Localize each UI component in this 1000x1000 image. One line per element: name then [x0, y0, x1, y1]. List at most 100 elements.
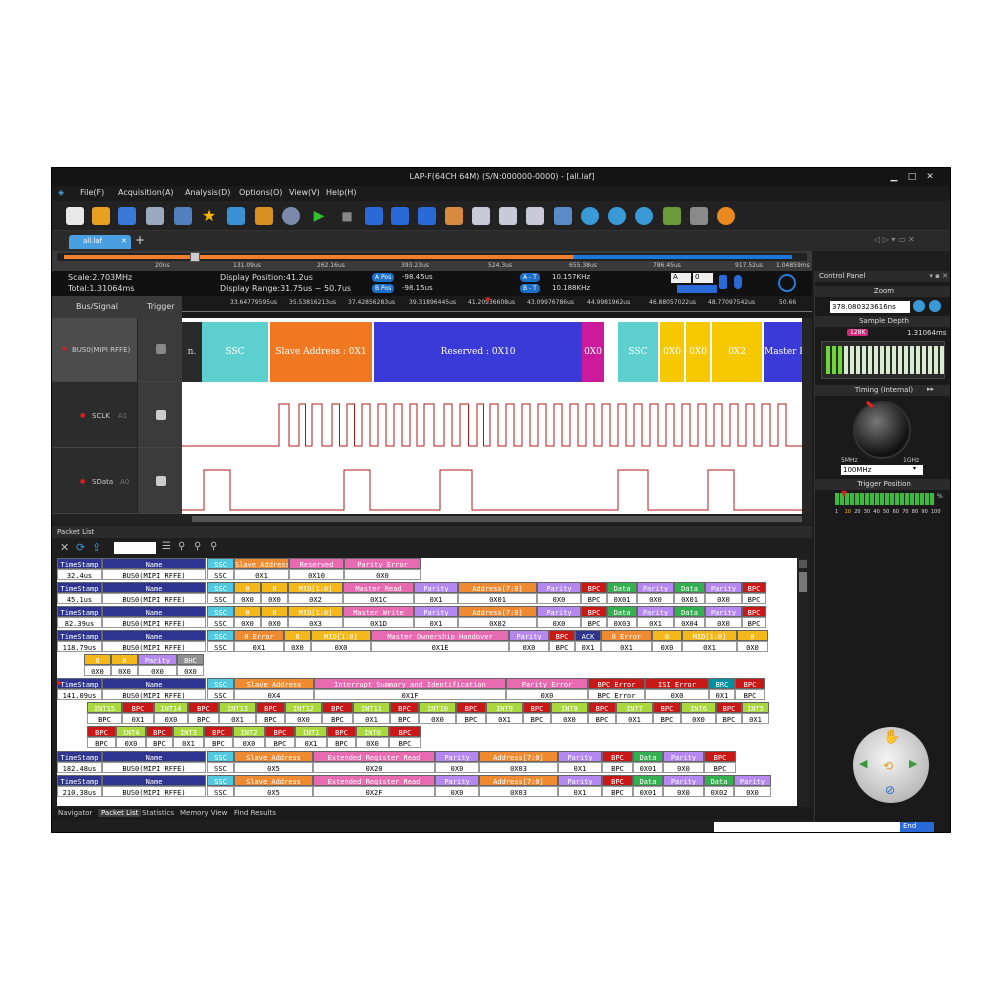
at-badge[interactable]: A - T [520, 273, 540, 282]
packet-field-value[interactable]: 0X1 [353, 713, 390, 724]
refresh-icon[interactable] [663, 207, 681, 225]
packet-field-value[interactable]: BPC [327, 737, 356, 748]
packet-field-header[interactable]: 0 [284, 630, 311, 641]
packet-field-value[interactable]: 0X03 [479, 762, 558, 773]
packet-field-header[interactable]: BPC [704, 751, 736, 762]
add-tab-icon[interactable]: + [135, 233, 145, 247]
packet-field-header[interactable]: Parity [637, 582, 674, 593]
zoom-in-icon[interactable] [913, 300, 925, 312]
packet-field-header[interactable]: BPC [581, 606, 607, 617]
packet-field-value[interactable]: 0X1 [601, 641, 652, 652]
packet-field-header[interactable]: Address[7:0] [458, 582, 537, 593]
packet-field-value[interactable]: 0X5 [234, 762, 313, 773]
packet-field-value[interactable]: BUS0(MIPI RFFE) [102, 569, 206, 580]
packet-field-value[interactable]: SSC [207, 569, 234, 580]
clear-icon[interactable]: ✕ [60, 541, 69, 554]
packet-field-value[interactable]: 0X0 [637, 593, 674, 604]
packet-field-header[interactable]: BPC [742, 606, 766, 617]
packet-field-header[interactable]: Reserved [289, 558, 344, 569]
packet-field-header[interactable]: Name [102, 582, 206, 593]
packet-field-value[interactable]: 0X1E [371, 641, 509, 652]
cursor-t-icon[interactable] [418, 207, 436, 225]
packet-field-value[interactable]: 0X1D [343, 617, 414, 628]
packet-field-value[interactable]: BUS0(MIPI RFFE) [102, 786, 206, 797]
packet-field-header[interactable]: Extended Register Read [313, 775, 435, 786]
trigger-marker-icon[interactable]: ▼ [485, 296, 490, 304]
packet-field-value[interactable]: BPC [735, 689, 765, 700]
packet-field-header[interactable]: Slave Address [234, 678, 314, 689]
packet-field-value[interactable]: 0X0 [705, 593, 742, 604]
packet-field-header[interactable]: 0 Error [601, 630, 652, 641]
packet-field-value[interactable]: 0X0 [645, 689, 709, 700]
packet-field-value[interactable]: BPC [581, 617, 607, 628]
settings-arrow-icon[interactable] [227, 207, 245, 225]
expand-icon[interactable]: ▸▸ [927, 385, 934, 393]
packet-field-value[interactable]: 0X1 [295, 737, 327, 748]
trigger-none-icon[interactable] [156, 344, 166, 354]
panel-pin-icon[interactable]: ▾ ▪ ✕ [929, 272, 948, 280]
menu-help[interactable]: Help(H) [326, 188, 357, 197]
packet-field-header[interactable]: Parity [435, 751, 479, 762]
packet-field-header[interactable]: Parity [414, 582, 458, 593]
packet-field-value[interactable]: BPC [704, 762, 736, 773]
packet-field-header[interactable]: 0 [84, 654, 111, 665]
packet-field-header[interactable]: Name [102, 751, 206, 762]
packet-field-value[interactable]: 0X1 [558, 786, 602, 797]
packet-field-header[interactable]: INT3 [173, 726, 204, 737]
packet-field-value[interactable]: 0X0 [681, 713, 716, 724]
packet-field-header[interactable]: Name [102, 775, 206, 786]
packet-field-header[interactable]: INT1 [295, 726, 327, 737]
packet-field-value[interactable]: SSC [207, 689, 234, 700]
packet-field-header[interactable]: Parity Error [506, 678, 588, 689]
filter-icon[interactable]: ☰ [162, 541, 171, 552]
record-icon[interactable] [717, 207, 735, 225]
packet-field-header[interactable]: Name [102, 678, 206, 689]
packet-field-value[interactable]: BPC [523, 713, 551, 724]
brush-icon[interactable] [445, 207, 463, 225]
packet-field-value[interactable]: BPC [581, 593, 607, 604]
packet-field-value[interactable]: 0X01 [674, 593, 705, 604]
packet-field-header[interactable]: 0 [652, 630, 682, 641]
packet-field-value[interactable]: 0X0 [285, 713, 322, 724]
clock-icon[interactable] [778, 274, 796, 292]
packet-field-value[interactable]: 0X01 [633, 762, 663, 773]
packet-field-header[interactable]: Slave Address [234, 751, 313, 762]
save-as-icon[interactable] [174, 207, 192, 225]
probe-icon[interactable] [734, 275, 742, 289]
find-icon[interactable]: ⚲ [178, 541, 185, 552]
packet-field-header[interactable]: Parity [663, 751, 704, 762]
packet-field-header[interactable]: INT4 [116, 726, 146, 737]
open-folder-icon[interactable] [92, 207, 110, 225]
packet-scrollbar[interactable] [797, 558, 809, 806]
packet-field-value[interactable]: BPC [389, 737, 421, 748]
packet-field-value[interactable]: BPC [204, 737, 233, 748]
packet-field-header[interactable]: SSC [207, 558, 234, 569]
packet-field-header[interactable]: Address[7:0] [479, 775, 558, 786]
packet-field-value[interactable]: 0X1 [414, 617, 458, 628]
packet-field-header[interactable]: TimeStamp [57, 582, 102, 593]
packet-field-header[interactable]: Interrupt Summary and Identification [314, 678, 506, 689]
packet-field-header[interactable]: BPC [602, 751, 633, 762]
tab-statistics[interactable]: Statistics [142, 809, 174, 817]
memory-icon[interactable] [554, 207, 572, 225]
packet-field-header[interactable]: INT5 [742, 702, 769, 713]
packet-field-header[interactable]: BPC [549, 630, 575, 641]
packet-field-value[interactable]: BUS0(MIPI RFFE) [102, 593, 206, 604]
packet-field-header[interactable]: SSC [207, 678, 234, 689]
wave-scrollbar[interactable] [802, 318, 812, 514]
packet-field-value[interactable]: SSC [207, 617, 234, 628]
save-icon[interactable] [118, 207, 136, 225]
packet-field-value[interactable]: 0X3 [288, 617, 343, 628]
packet-field-value[interactable]: BPC [265, 737, 295, 748]
packet-field-header[interactable]: Parity [705, 606, 742, 617]
packet-field-header[interactable]: TimeStamp [57, 558, 102, 569]
zoom-out-icon[interactable] [929, 300, 941, 312]
packet-field-header[interactable]: Address[7:0] [458, 606, 537, 617]
packet-field-header[interactable]: BPC [653, 702, 681, 713]
packet-field-header[interactable]: BPC [523, 702, 551, 713]
packet-field-header[interactable]: Master Read [343, 582, 414, 593]
packet-field-value[interactable]: 0X0 [261, 617, 288, 628]
app-logo-icon[interactable]: ◈ [58, 188, 64, 197]
packet-field-header[interactable]: BPC Error [588, 678, 645, 689]
packet-field-value[interactable]: BPC [256, 713, 285, 724]
